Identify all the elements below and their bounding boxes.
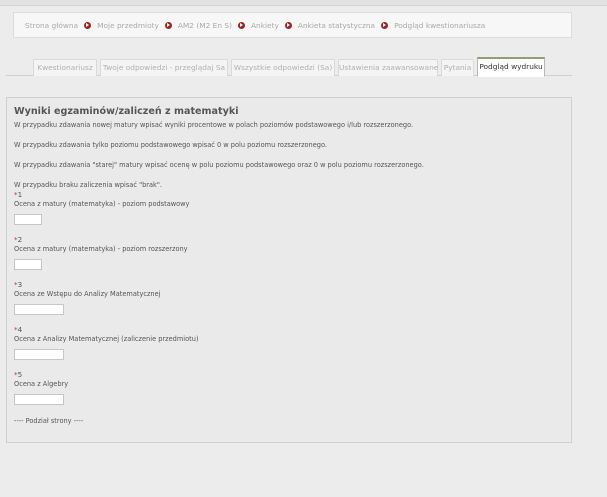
instruction-text: W przypadku zdawania tylko poziomu podst… xyxy=(14,141,327,149)
instruction-text: W przypadku zdawania nowej matury wpisać… xyxy=(14,121,414,129)
section-title: Wyniki egzaminów/zaliczeń z matematyki xyxy=(14,106,239,117)
question-number: 3 xyxy=(17,280,23,289)
question-4: *4 Ocena z Analizy Matematycznej (zalicz… xyxy=(14,325,198,360)
question-2: *2 Ocena z matury (matematyka) - poziom … xyxy=(14,235,188,270)
tab-bar: Kwestionariusz Twoje odpowiedzi - przegl… xyxy=(6,57,572,77)
answer-input-5[interactable] xyxy=(14,394,64,405)
instruction-text: W przypadku zdawania "starej" matury wpi… xyxy=(14,161,424,169)
answer-input-1[interactable] xyxy=(14,214,42,225)
breadcrumb: Strona główna Moje przedmioty AM2 (M2 En… xyxy=(13,12,572,38)
tab-print-preview[interactable]: Podgląd wydruku xyxy=(477,57,545,77)
breadcrumb-current: Podgląd kwestionariusza xyxy=(394,20,486,30)
question-3: *3 Ocena ze Wstępu do Analizy Matematycz… xyxy=(14,280,161,315)
question-label: Ocena z Analizy Matematycznej (zaliczeni… xyxy=(14,335,199,343)
question-label: Ocena ze Wstępu do Analizy Matematycznej xyxy=(14,290,161,298)
answer-input-4[interactable] xyxy=(14,349,64,360)
answer-input-3[interactable] xyxy=(14,304,64,315)
question-label: Ocena z Algebry xyxy=(14,380,69,388)
question-label: Ocena z matury (matematyka) - poziom roz… xyxy=(14,245,188,253)
print-preview-content: Wyniki egzaminów/zaliczeń z matematyki W… xyxy=(6,97,572,443)
breadcrumb-separator-icon xyxy=(164,21,172,29)
breadcrumb-separator-icon xyxy=(84,21,92,29)
breadcrumb-home[interactable]: Strona główna xyxy=(25,21,78,30)
question-number: 1 xyxy=(17,190,23,199)
breadcrumb-my-courses[interactable]: Moje przedmioty xyxy=(97,21,159,30)
tab-your-answers[interactable]: Twoje odpowiedzi - przeglądaj Sa xyxy=(100,59,228,76)
top-bar xyxy=(0,0,607,6)
breadcrumb-separator-icon xyxy=(284,21,292,29)
instruction-text: W przypadku braku zaliczenia wpisać "bra… xyxy=(14,181,162,189)
question-number: 4 xyxy=(17,325,23,334)
tab-advanced-settings[interactable]: Ustawienia zaawansowane xyxy=(338,59,438,76)
answer-input-2[interactable] xyxy=(14,259,42,270)
breadcrumb-course[interactable]: AM2 (M2 En S) xyxy=(178,21,232,30)
breadcrumb-separator-icon xyxy=(237,21,245,29)
breadcrumb-separator-icon xyxy=(381,21,389,29)
tab-questions[interactable]: Pytania xyxy=(441,59,474,76)
question-5: *5 Ocena z Algebry xyxy=(14,370,68,405)
tab-questionnaire[interactable]: Kwestionariusz xyxy=(33,59,97,76)
breadcrumb-surveys[interactable]: Ankiety xyxy=(251,21,279,30)
question-1: *1 Ocena z matury (matematyka) - poziom … xyxy=(14,190,189,225)
breadcrumb-statistical-survey[interactable]: Ankieta statystyczna xyxy=(298,21,375,30)
tab-all-answers[interactable]: Wszystkie odpowiedzi (Sa) xyxy=(231,59,335,76)
page-break-marker: ---- Podział strony ---- xyxy=(14,417,84,425)
question-number: 5 xyxy=(17,370,23,379)
question-number: 2 xyxy=(17,235,23,244)
question-label: Ocena z matury (matematyka) - poziom pod… xyxy=(14,200,190,208)
